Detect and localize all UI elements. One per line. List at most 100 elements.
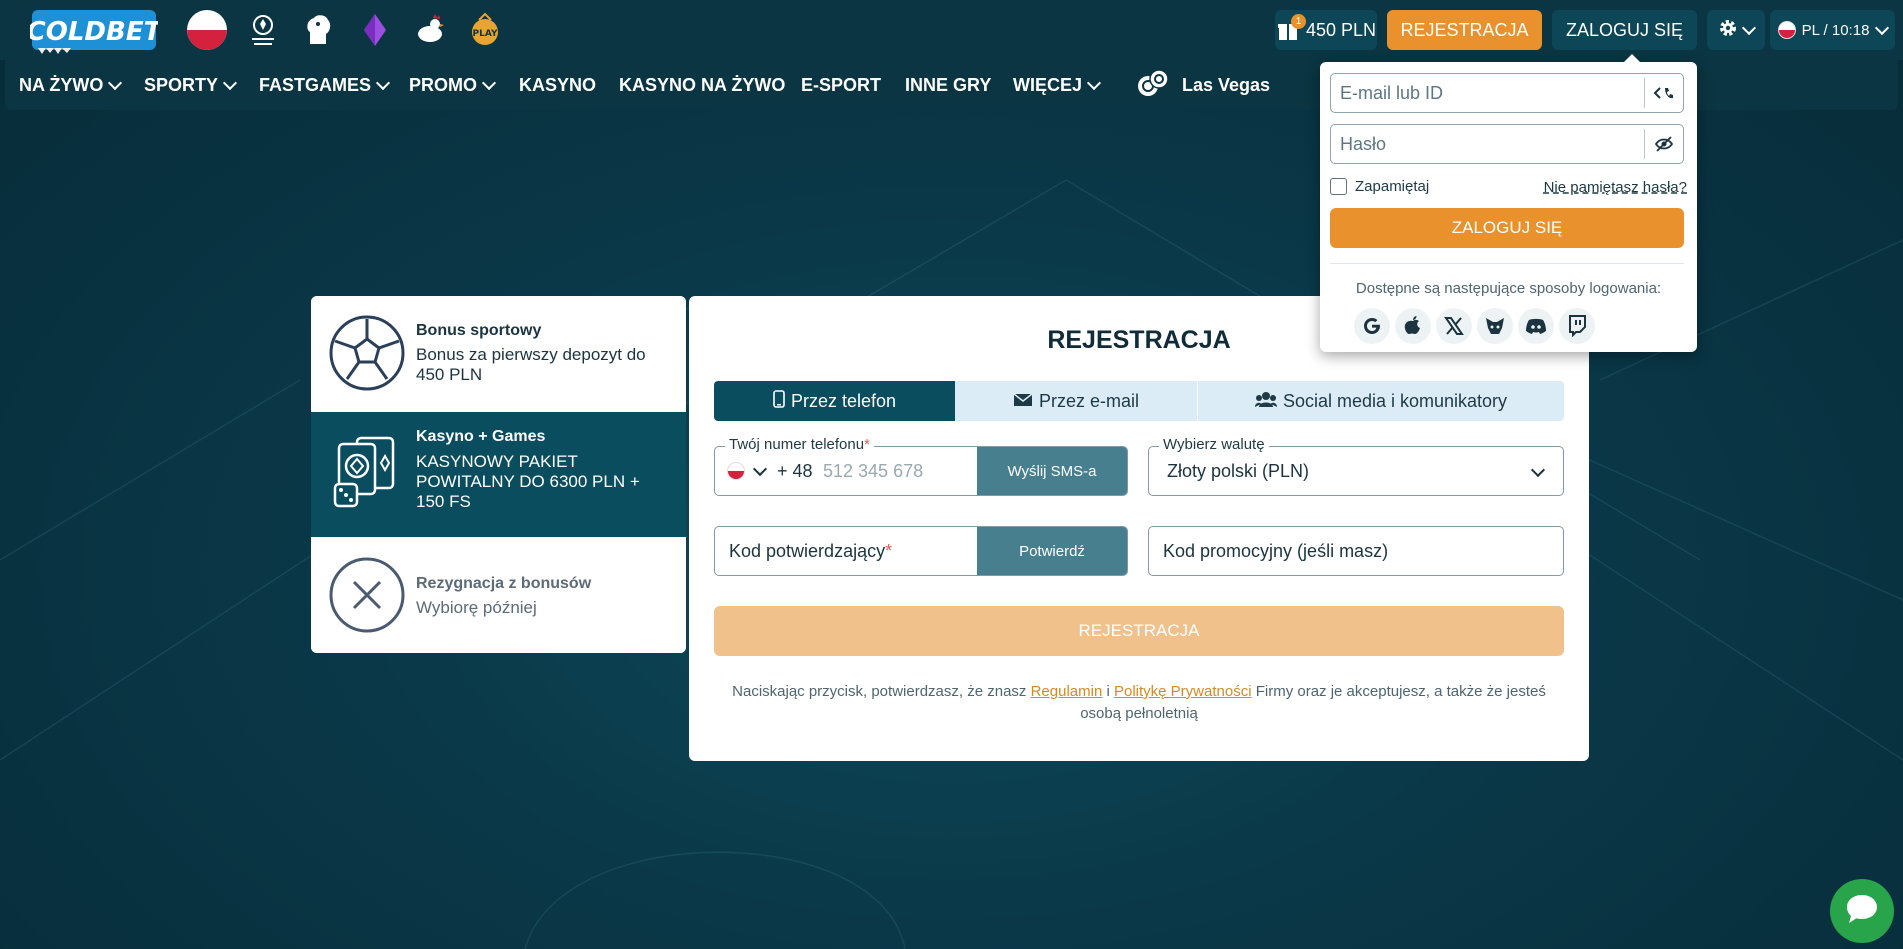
metamask-icon[interactable] [1477, 308, 1513, 344]
tab-email[interactable]: Przez e-mail [955, 381, 1198, 421]
settings-button[interactable] [1707, 10, 1765, 50]
nav-item-esport[interactable]: E-SPORT [801, 60, 881, 110]
login-submit-button[interactable]: ZALOGUJ SIĘ [1330, 208, 1684, 248]
poland-flag-icon [1777, 21, 1796, 39]
tab-phone[interactable]: Przez telefon [714, 381, 955, 421]
bonus-count-badge: 1 [1290, 14, 1306, 29]
checkbox-box[interactable] [1330, 178, 1347, 195]
promo-code-field[interactable]: Kod promocyjny (jeśli masz) [1148, 526, 1564, 576]
password-field[interactable]: Hasło [1330, 124, 1684, 164]
remember-me-label: Zapamiętaj [1355, 178, 1430, 195]
send-sms-button[interactable]: Wyślij SMS-a [977, 447, 1127, 495]
registration-form: REJESTRACJA Przez telefon Przez e-mail S… [689, 296, 1589, 761]
chevron-down-icon [1086, 75, 1102, 90]
nav-item-las-vegas[interactable]: Las Vegas [1136, 60, 1270, 110]
bonus-title: Kasyno + Games [416, 428, 546, 445]
poland-flag-icon[interactable] [187, 10, 227, 50]
switch-to-phone-icon[interactable] [1644, 78, 1683, 108]
chat-bubble-icon [1844, 892, 1880, 931]
casino-chips-icon [1136, 68, 1170, 103]
email-id-input[interactable]: E-mail lub ID [1340, 83, 1443, 104]
bonus-description: KASYNOWY PAKIET POWITALNY DO 6300 PLN + … [416, 452, 640, 511]
nav-item-casino[interactable]: KASYNO [519, 60, 596, 110]
discord-icon[interactable] [1518, 308, 1554, 344]
gear-icon [1718, 18, 1738, 43]
chevron-down-icon [481, 75, 497, 90]
lang-time-label: PL / 10:18 [1801, 21, 1870, 39]
chevron-down-icon [108, 75, 123, 90]
nav-item-more[interactable]: WIĘCEJ [1013, 60, 1102, 110]
login-dropdown: E-mail lub ID Hasło Zapamiętaj Nie pamię… [1320, 54, 1697, 352]
currency-value: Złoty polski (PLN) [1167, 461, 1310, 481]
top-header: COLDBET PLAY 1 450 PLN REJESTRACJA ZALOG… [0, 0, 1903, 60]
bonus-option-casino[interactable]: Kasyno + Games KASYNOWY PAKIET POWITALNY… [311, 412, 686, 537]
confirm-code-button[interactable]: Potwierdź [977, 527, 1127, 575]
currency-label: Wybierz walutę [1159, 436, 1269, 453]
nav-item-other-games[interactable]: INNE GRY [905, 60, 991, 110]
apple-icon[interactable] [1395, 308, 1431, 344]
social-login-text: Dostępne są następujące sposoby logowani… [1355, 280, 1662, 297]
champions-league-icon[interactable] [243, 10, 283, 50]
phone-icon [773, 389, 785, 413]
envelope-icon [1013, 391, 1033, 412]
bonus-title: Rezygnacja z bonusów [416, 575, 592, 592]
phone-field[interactable]: Twój numer telefonu* + 48 512 345 678 Wy… [714, 436, 1128, 496]
bonus-option-sport[interactable]: Bonus sportowy Bonus za pierwszy depozyt… [311, 296, 686, 412]
bonus-title: Bonus sportowy [416, 322, 542, 339]
close-circle-icon [329, 557, 405, 638]
logo-text: COLDBET [30, 17, 158, 47]
nav-item-fastgames[interactable]: FASTGAMES [259, 60, 391, 110]
chevron-down-icon [1741, 20, 1757, 35]
language-time-selector[interactable]: PL / 10:18 [1770, 10, 1895, 50]
chevron-down-icon [1875, 20, 1890, 35]
terms-link[interactable]: Regulamin [1031, 683, 1103, 700]
premier-league-icon[interactable] [299, 10, 339, 50]
bonus-description: Wybiorę później [416, 598, 537, 617]
confirmation-code-field[interactable]: Kod potwierdzający* Potwierdź [714, 526, 1128, 576]
confirmation-code-input[interactable]: Kod potwierdzający* [729, 541, 892, 562]
phone-input[interactable]: 512 345 678 [823, 461, 923, 482]
users-icon [1254, 391, 1277, 412]
chevron-down-icon [375, 75, 391, 90]
registration-method-tabs: Przez telefon Przez e-mail Social media … [714, 381, 1564, 421]
bonus-balance-value: 450 PLN [1305, 19, 1377, 40]
x-icon[interactable] [1436, 308, 1472, 344]
soccer-ball-icon [329, 315, 405, 396]
crystal-icon[interactable] [355, 10, 395, 50]
nav-item-sports[interactable]: SPORTY [144, 60, 238, 110]
chevron-down-icon [222, 75, 238, 90]
eye-off-icon[interactable] [1644, 129, 1683, 159]
bonus-balance-button[interactable]: 1 450 PLN [1275, 10, 1377, 50]
privacy-policy-link[interactable]: Politykę Prywatności [1114, 683, 1252, 700]
google-icon[interactable] [1354, 308, 1390, 344]
currency-select[interactable]: Wybierz walutę Złoty polski (PLN) [1148, 436, 1564, 496]
divider [1330, 263, 1684, 264]
phone-label: Twój numer telefonu* [725, 436, 874, 453]
phone-prefix: + 48 [777, 461, 813, 481]
nav-item-live[interactable]: NA ŻYWO [19, 60, 123, 110]
login-button[interactable]: ZALOGUJ SIĘ [1552, 10, 1697, 50]
country-code-selector[interactable] [727, 461, 768, 480]
registration-submit-button[interactable]: REJESTRACJA [714, 606, 1564, 656]
svg-text:PLAY: PLAY [473, 29, 498, 39]
promo-code-input[interactable]: Kod promocyjny (jeśli masz) [1163, 541, 1388, 562]
nav-item-promo[interactable]: PROMO [409, 60, 497, 110]
cards-dice-icon [329, 434, 399, 515]
play-icon[interactable]: PLAY [465, 10, 505, 50]
password-input[interactable]: Hasło [1340, 134, 1386, 155]
live-chat-button[interactable] [1830, 879, 1894, 943]
forgot-password-link[interactable]: Nie pamiętasz hasła? [1544, 179, 1687, 196]
chevron-down-icon [752, 461, 768, 476]
twitch-icon[interactable] [1559, 308, 1595, 344]
nav-item-live-casino[interactable]: KASYNO NA ŻYWO [619, 60, 785, 110]
rooster-icon[interactable] [410, 10, 450, 50]
email-id-field[interactable]: E-mail lub ID [1330, 73, 1684, 113]
remember-me-checkbox[interactable]: Zapamiętaj [1330, 178, 1429, 195]
bonus-selection-panel: Bonus sportowy Bonus za pierwszy depozyt… [311, 296, 686, 653]
gift-icon: 1 [1276, 14, 1306, 42]
bonus-option-decline[interactable]: Rezygnacja z bonusów Wybiorę później [311, 537, 686, 653]
poland-flag-icon [727, 462, 745, 480]
tab-social[interactable]: Social media i komunikatory [1198, 381, 1564, 421]
register-button[interactable]: REJESTRACJA [1387, 10, 1542, 50]
coldbet-logo[interactable]: COLDBET [27, 4, 164, 56]
